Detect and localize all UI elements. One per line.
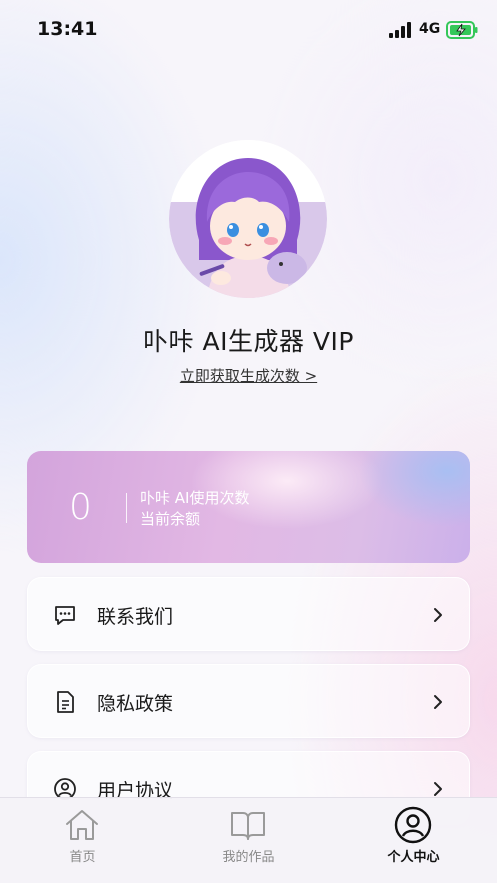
tab-label: 我的作品 [222,850,275,865]
balance-card: 0 卟咔 AI使用次数 当前余额 [27,451,470,563]
tab-bar: 首页 我的作品 个人中心 [0,797,497,883]
status-bar: 13:41 4G [0,0,497,60]
battery-charging-icon [446,21,478,39]
chevron-right-icon [434,695,442,709]
balance-value: 0 [69,487,92,528]
tab-label: 个人中心 [387,850,440,865]
tab-my-works[interactable]: 我的作品 [166,798,331,883]
book-icon [231,812,265,840]
avatar[interactable] [169,140,327,298]
signal-icon [389,22,411,38]
balance-label-current: 当前余额 [140,510,201,528]
balance-label: 卟咔 AI使用次数 当前余额 [140,488,249,530]
tab-profile[interactable]: 个人中心 [331,798,496,883]
menu-item-label: 联系我们 [97,606,174,628]
get-generations-link[interactable]: 立即获取生成次数 > [0,365,497,386]
balance-label-usage: 卟咔 AI使用次数 [140,489,250,507]
profile-title: 卟咔 AI生成器 VIP [143,327,354,356]
chevron-right-icon [434,782,442,796]
chevron-right-icon [434,608,442,622]
menu-item-contact[interactable]: 联系我们 [27,577,470,651]
status-time: 13:41 [37,18,98,40]
balance-divider [126,493,127,523]
home-icon [66,810,98,840]
menu-item-privacy[interactable]: 隐私政策 [27,664,470,738]
user-circle-icon [394,806,432,844]
document-icon [57,691,74,713]
tab-label: 首页 [69,850,96,865]
avatar-illustration [169,140,327,298]
network-type: 4G [419,21,441,37]
menu-item-label: 隐私政策 [97,693,174,715]
chat-icon [55,606,75,625]
tab-home[interactable]: 首页 [0,798,165,883]
